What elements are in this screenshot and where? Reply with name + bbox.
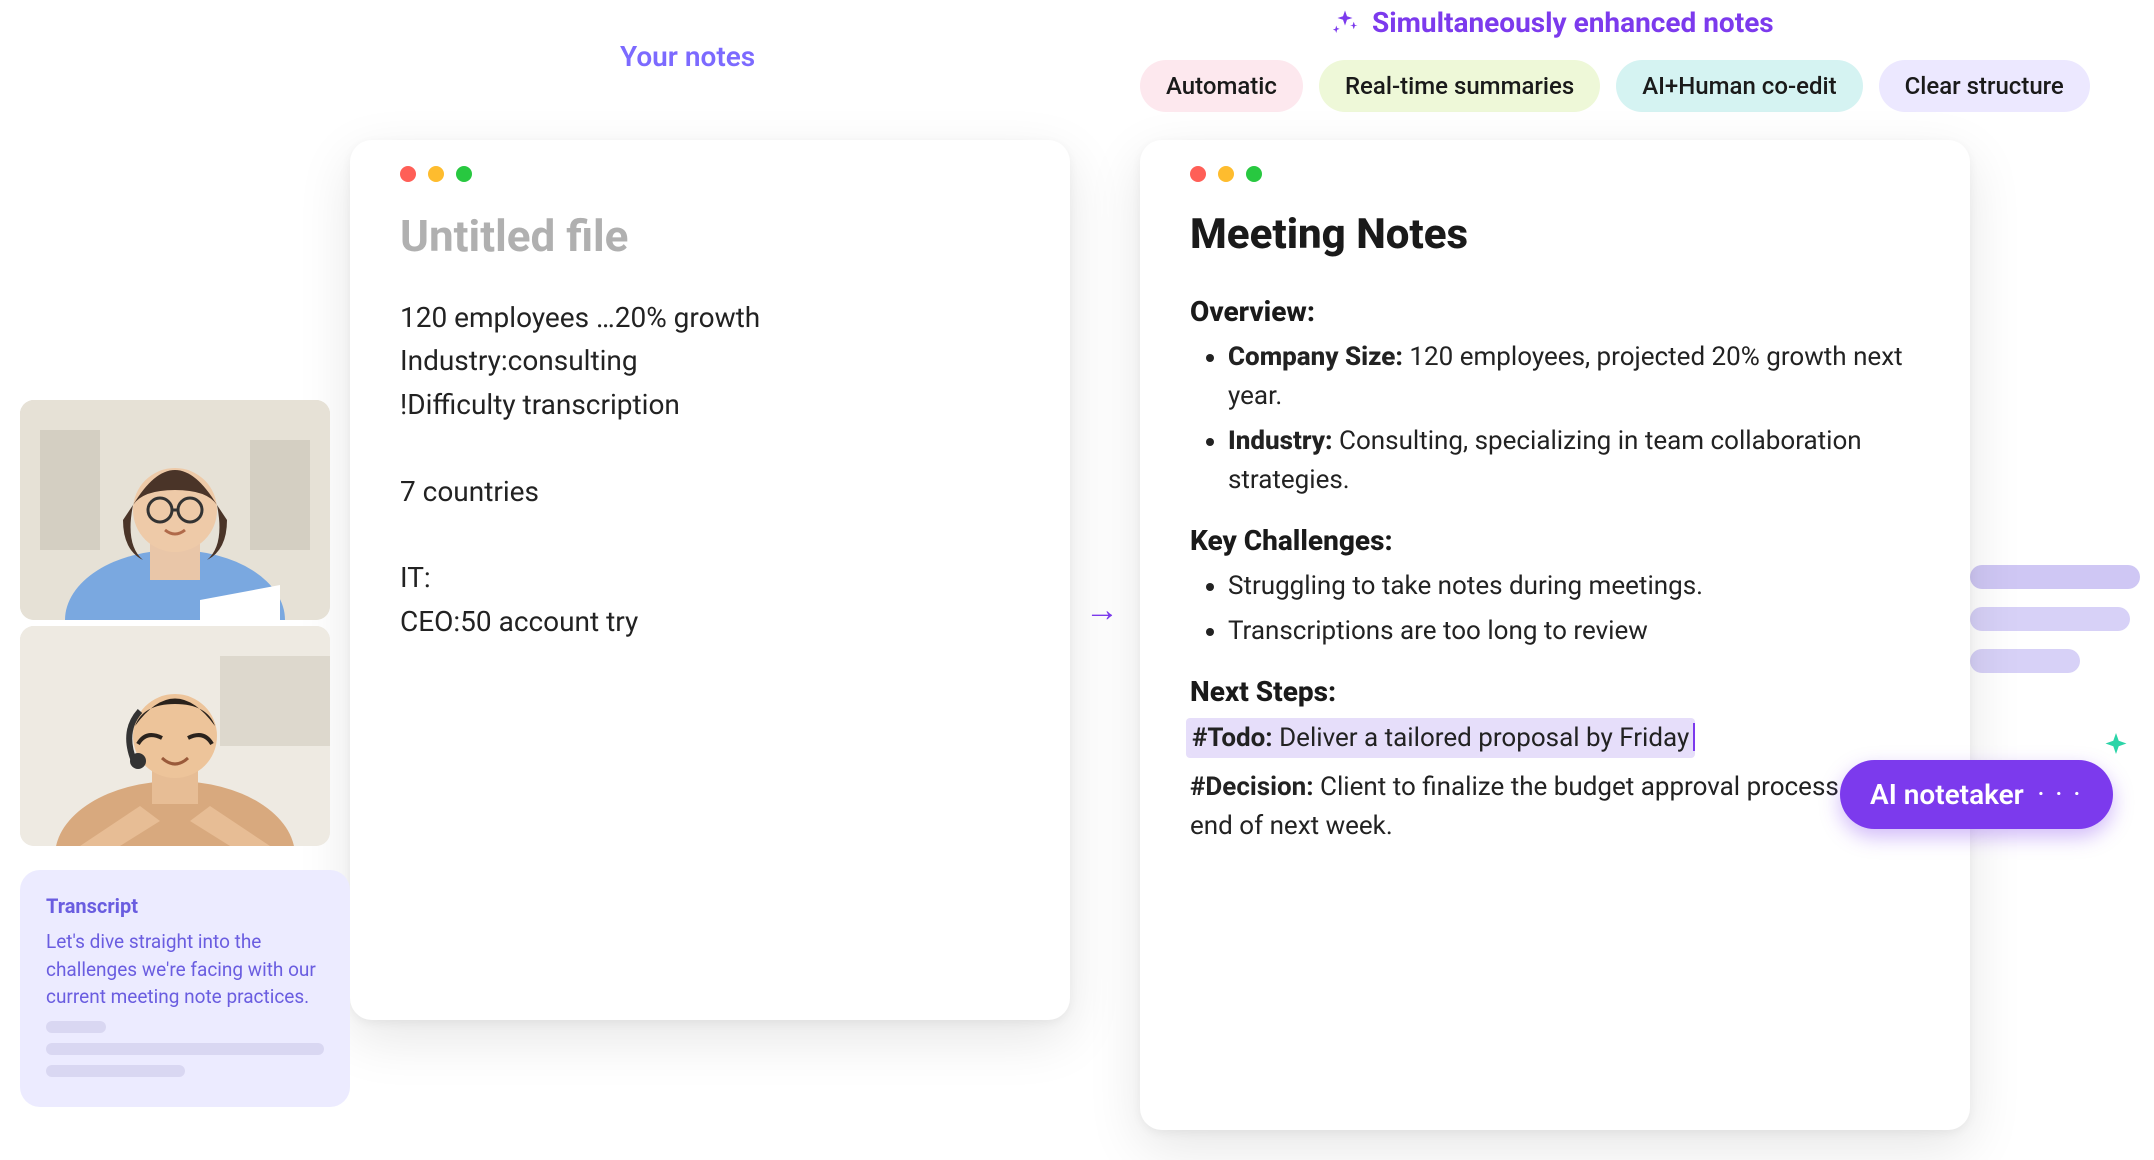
minimize-icon[interactable] [428, 166, 444, 182]
arrow-right-icon: → [1085, 590, 1119, 630]
person-avatar [20, 400, 330, 620]
text-cursor-icon [1693, 723, 1695, 751]
pill-realtime: Real-time summaries [1319, 60, 1600, 112]
close-icon[interactable] [1190, 166, 1206, 182]
todo-tag: #Todo: [1192, 723, 1273, 753]
list-item: Struggling to take notes during meetings… [1228, 567, 1920, 606]
industry-label: Industry: [1228, 426, 1333, 456]
transcript-panel: Transcript Let's dive straight into the … [20, 870, 350, 1107]
close-icon[interactable] [400, 166, 416, 182]
your-notes-heading: Your notes [620, 40, 755, 73]
company-size-label: Company Size: [1228, 342, 1403, 372]
overview-heading: Overview: [1190, 295, 1920, 328]
list-item: Industry: Consulting, specializing in te… [1228, 422, 1920, 500]
more-icon: · · · [2038, 782, 2083, 807]
enhanced-notes-title: Meeting Notes [1190, 210, 1920, 259]
challenges-heading: Key Challenges: [1190, 524, 1920, 557]
pill-automatic: Automatic [1140, 60, 1303, 112]
decision-line: #Decision: Client to finalize the budget… [1190, 768, 1920, 846]
raw-notes-title: Untitled file [400, 210, 1020, 262]
feature-pills: Automatic Real-time summaries AI+Human c… [1140, 60, 2090, 112]
raw-notes-window: Untitled file 120 employees …20% growth … [350, 140, 1070, 1020]
skeleton-line [46, 1021, 106, 1033]
pill-structure: Clear structure [1879, 60, 2090, 112]
video-participant-2[interactable] [20, 626, 330, 846]
enhanced-notes-window: Meeting Notes Overview: Company Size: 12… [1140, 140, 1970, 1130]
ai-notetaker-badge[interactable]: AI notetaker · · · [1840, 760, 2113, 829]
ai-notetaker-label: AI notetaker [1870, 778, 2024, 811]
minimize-icon[interactable] [1218, 166, 1234, 182]
pill-coedit: AI+Human co-edit [1616, 60, 1862, 112]
decision-tag: #Decision: [1190, 772, 1314, 802]
skeleton-line [46, 1065, 185, 1077]
enhanced-notes-heading: Simultaneously enhanced notes [1330, 6, 1774, 39]
decorative-stripes [1970, 565, 2140, 673]
raw-notes-body[interactable]: 120 employees …20% growth Industry:consu… [400, 296, 1020, 643]
todo-text: Deliver a tailored proposal by Friday [1273, 723, 1690, 753]
overview-list: Company Size: 120 employees, projected 2… [1190, 338, 1920, 500]
todo-line[interactable]: #Todo: Deliver a tailored proposal by Fr… [1190, 718, 1920, 760]
next-steps-heading: Next Steps: [1190, 675, 1920, 708]
window-traffic-lights [400, 166, 1020, 182]
list-item: Transcriptions are too long to review [1228, 612, 1920, 651]
person-avatar [20, 626, 330, 846]
skeleton-line [46, 1043, 324, 1055]
transcript-title: Transcript [46, 894, 324, 918]
video-call-column [20, 400, 330, 846]
sparkle-icon [2098, 730, 2134, 770]
maximize-icon[interactable] [456, 166, 472, 182]
window-traffic-lights [1190, 166, 1920, 182]
video-participant-1[interactable] [20, 400, 330, 620]
list-item: Company Size: 120 employees, projected 2… [1228, 338, 1920, 416]
challenges-list: Struggling to take notes during meetings… [1190, 567, 1920, 651]
transcript-body: Let's dive straight into the challenges … [46, 928, 324, 1011]
sparkle-icon [1330, 8, 1360, 38]
maximize-icon[interactable] [1246, 166, 1262, 182]
enhanced-notes-label: Simultaneously enhanced notes [1372, 6, 1774, 39]
